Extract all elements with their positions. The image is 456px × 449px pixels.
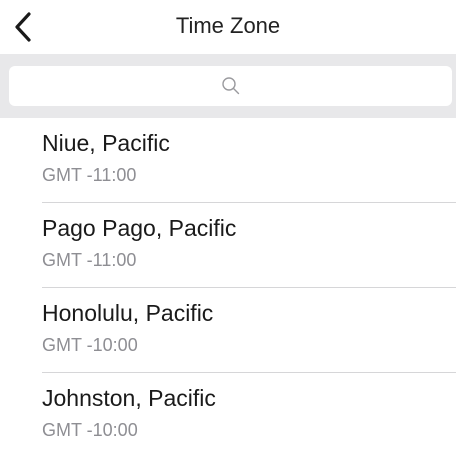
time-zone-offset: GMT -10:00 [42, 335, 138, 355]
time-zone-name: Johnston, Pacific [42, 385, 216, 411]
time-zone-offset: GMT -11:00 [42, 250, 137, 270]
time-zone-name: Niue, Pacific [42, 130, 170, 156]
search-field[interactable] [9, 66, 456, 108]
navigation-bar: Time Zone [0, 0, 456, 54]
list-item[interactable]: Honolulu, Pacific GMT -10:00 [0, 288, 456, 373]
time-zone-offset: GMT -11:00 [42, 165, 137, 185]
time-zone-screen: Time Zone Niue, Pacific GMT -11:00 Pago … [0, 0, 456, 449]
time-zone-name: Honolulu, Pacific [42, 300, 214, 326]
list-item[interactable]: Pago Pago, Pacific GMT -11:00 [0, 203, 456, 288]
list-item[interactable]: Johnston, Pacific GMT -10:00 [0, 373, 456, 449]
search-bar [0, 54, 456, 118]
list-item[interactable]: Niue, Pacific GMT -11:00 [0, 118, 456, 203]
search-input[interactable] [9, 66, 456, 108]
time-zone-name: Pago Pago, Pacific [42, 215, 237, 241]
time-zone-offset: GMT -10:00 [42, 420, 138, 440]
page-title: Time Zone [175, 13, 281, 38]
time-zone-list: Niue, Pacific GMT -11:00 Pago Pago, Paci… [0, 118, 456, 449]
